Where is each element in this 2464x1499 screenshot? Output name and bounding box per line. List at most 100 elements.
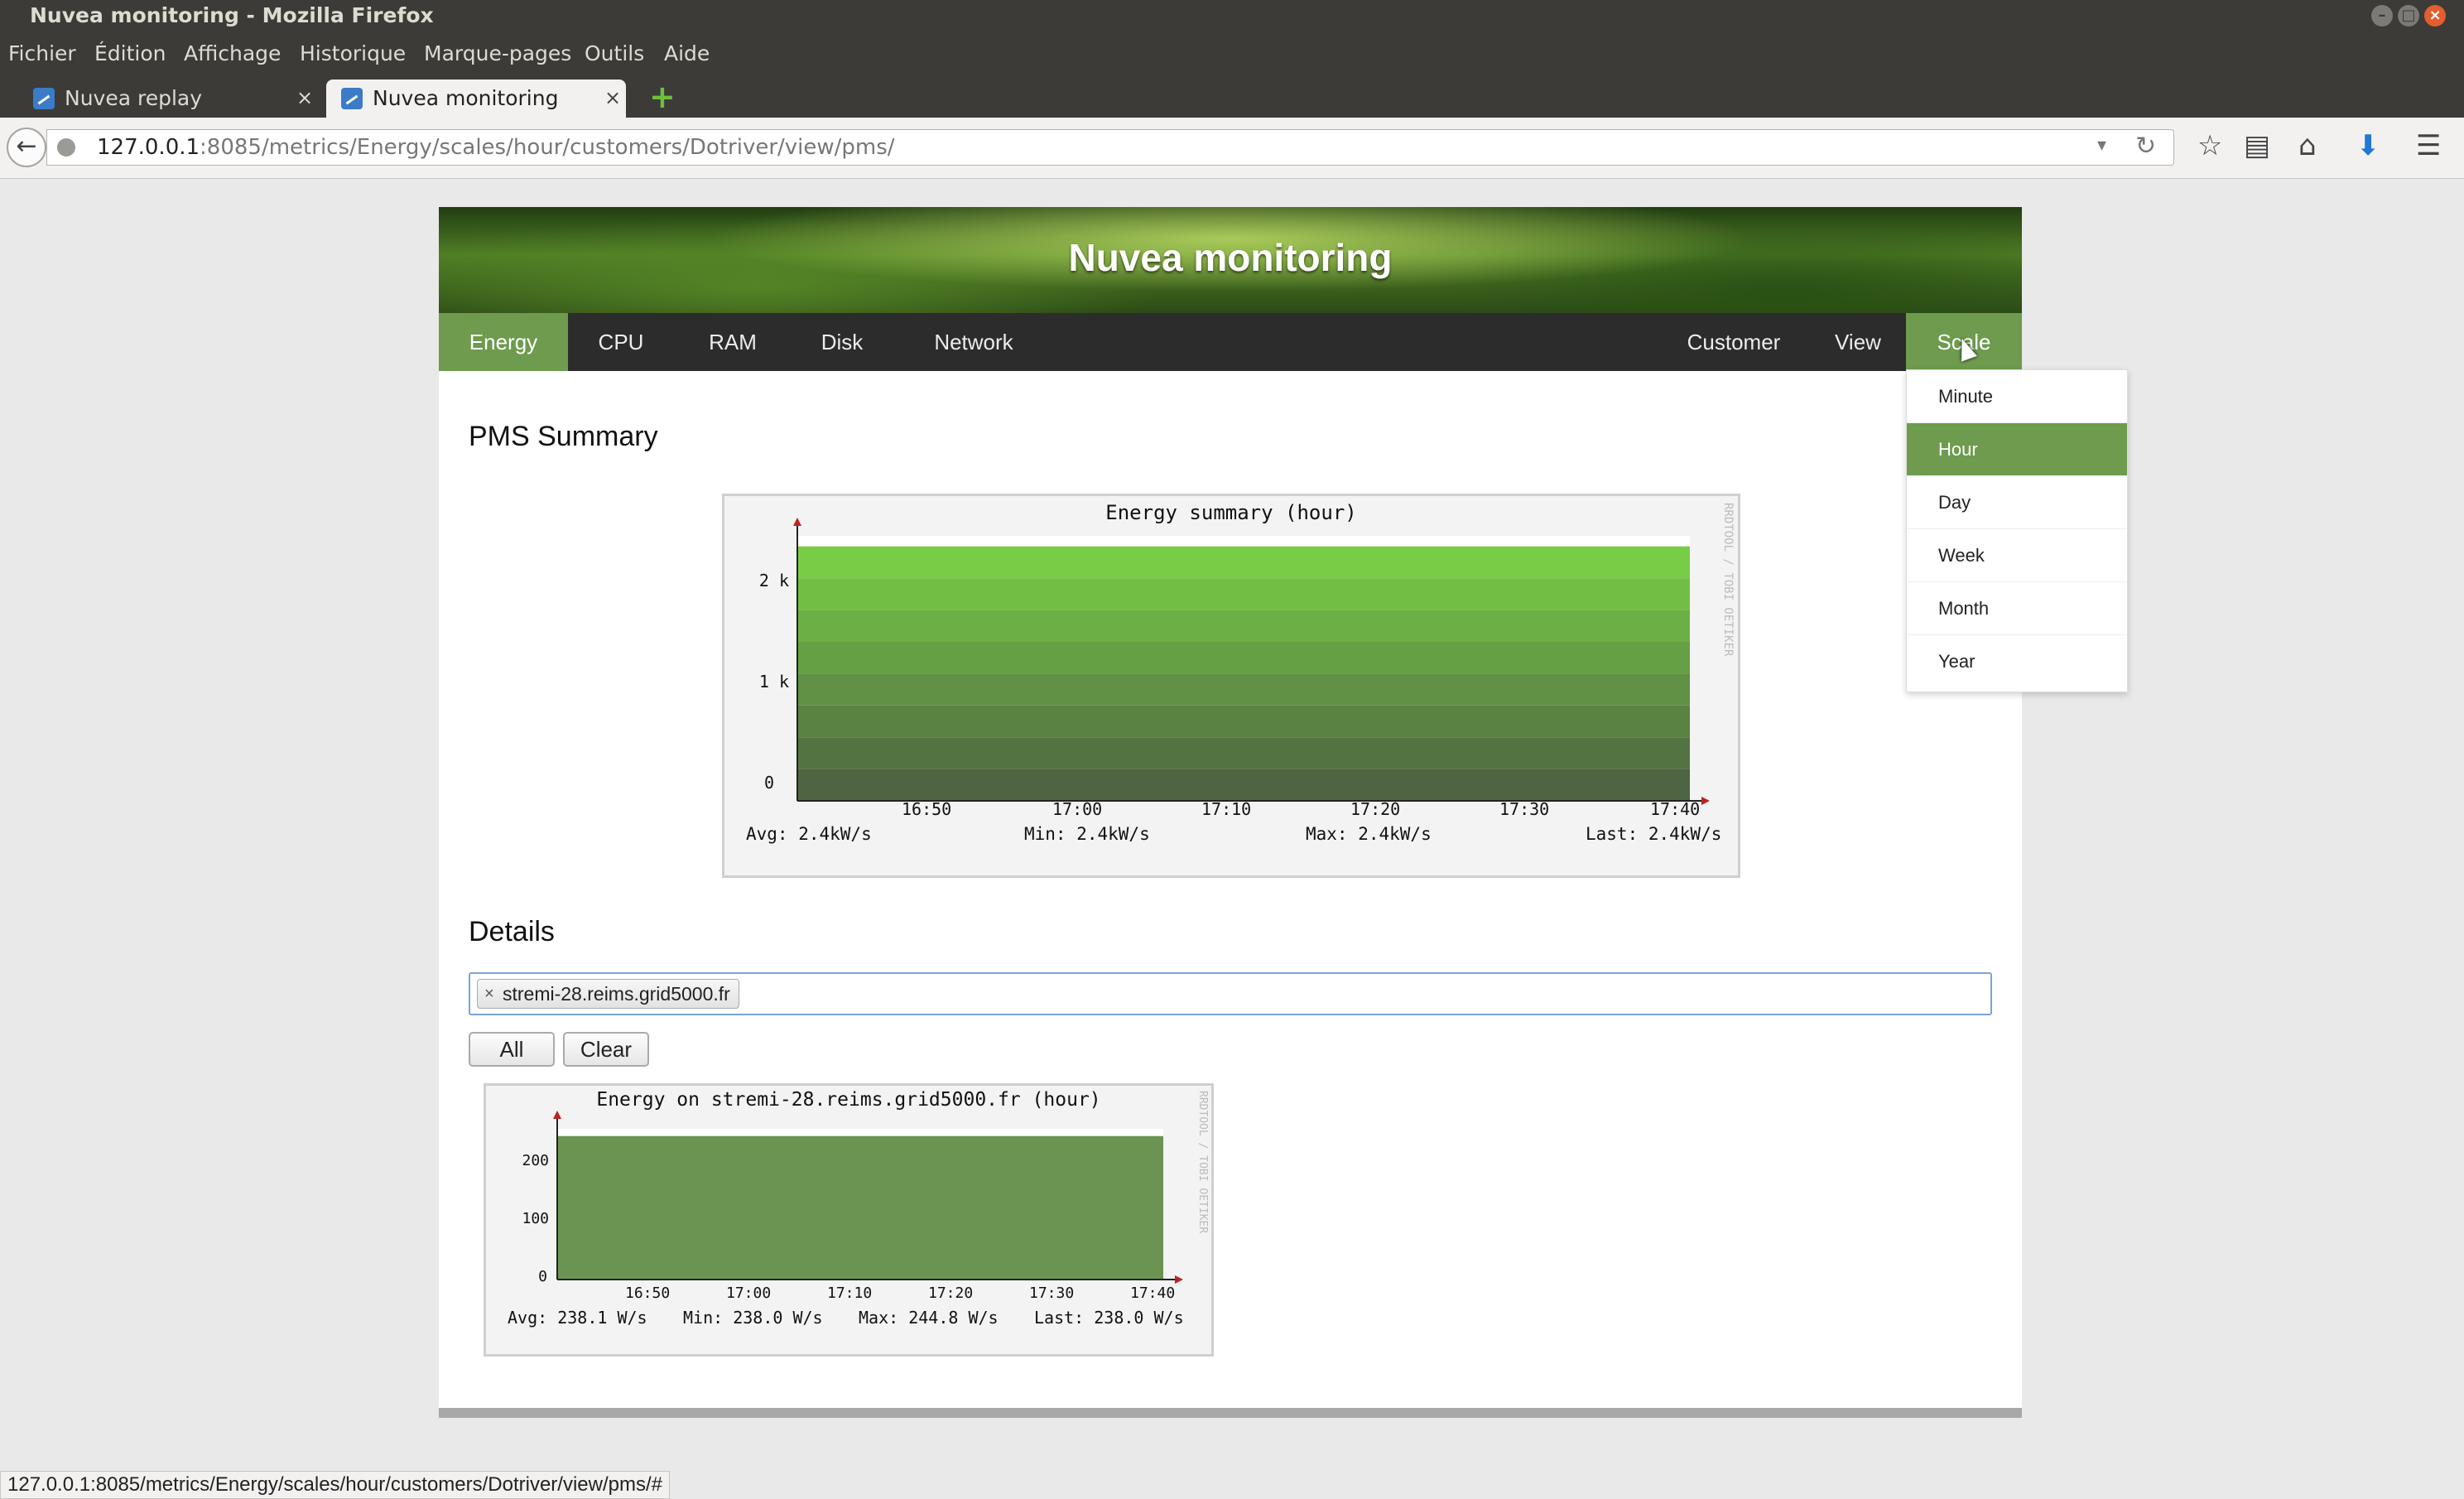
minimize-icon[interactable]: – <box>2371 5 2393 27</box>
address-url: 127.0.0.1:8085/metrics/Energy/scales/hou… <box>97 135 895 160</box>
site-banner: Nuvea monitoring <box>439 207 2022 313</box>
y-tick-label: 0 <box>763 773 774 793</box>
site-identity-icon[interactable] <box>57 138 75 157</box>
menu-edition[interactable]: Édition <box>94 41 166 65</box>
scale-option-minute[interactable]: Minute <box>1907 370 2127 423</box>
pms-summary-heading: PMS Summary <box>469 421 658 452</box>
x-tick-label: 17:10 <box>827 1285 873 1302</box>
legend-min: Min: 2.4kW/s <box>1024 824 1150 844</box>
scale-option-month[interactable]: Month <box>1907 582 2127 635</box>
scale-option-hour[interactable]: Hour <box>1907 423 2127 476</box>
nav-energy[interactable]: Energy <box>439 313 568 371</box>
status-bar: 127.0.0.1:8085/metrics/Energy/scales/hou… <box>0 1471 671 1499</box>
area-layer <box>797 737 1690 769</box>
menu-historique[interactable]: Historique <box>300 41 406 65</box>
legend-avg: Avg: 238.1 W/s <box>508 1308 647 1328</box>
legend-max: Max: 244.8 W/s <box>859 1308 999 1328</box>
new-tab-plus-icon[interactable]: + <box>649 81 676 113</box>
x-tick-label: 16:50 <box>902 799 952 819</box>
reload-icon[interactable]: ↻ <box>2135 132 2156 161</box>
tab-nuvea-replay[interactable]: Nuvea replay × <box>33 80 315 118</box>
area-layer <box>797 673 1690 706</box>
area-layer <box>797 705 1690 738</box>
legend-min: Min: 238.0 W/s <box>683 1308 823 1328</box>
menu-outils[interactable]: Outils <box>585 41 644 65</box>
x-axis-arrow <box>1701 797 1710 805</box>
energy-host-graph: Energy on stremi-28.reims.grid5000.fr (h… <box>484 1083 1214 1357</box>
download-arrow-icon[interactable]: ⬇ <box>2356 129 2380 162</box>
legend-last: Last: 238.0 W/s <box>1034 1308 1184 1328</box>
area-layer <box>797 642 1690 674</box>
menu-aide[interactable]: Aide <box>664 41 710 65</box>
page-bottom-bar <box>439 1408 2022 1418</box>
chart-favicon-icon <box>341 88 363 109</box>
window-titlebar: Nuvea monitoring - Mozilla Firefox – □ × <box>0 0 2464 33</box>
all-button[interactable]: All <box>469 1032 555 1067</box>
host-tag: × stremi-28.reims.grid5000.fr <box>477 979 739 1009</box>
scale-option-week[interactable]: Week <box>1907 529 2127 582</box>
y-tick-label: 100 <box>522 1210 549 1227</box>
x-tick-label: 17:30 <box>1499 799 1550 819</box>
legend-avg: Avg: 2.4kW/s <box>746 824 872 844</box>
area-layer <box>797 769 1690 801</box>
reading-list-icon[interactable]: ▤ <box>2244 129 2270 162</box>
y-tick-label: 200 <box>522 1152 549 1169</box>
y-tick-label: 0 <box>538 1268 547 1285</box>
close-tab-icon[interactable]: × <box>604 86 621 109</box>
hamburger-menu-icon[interactable]: ☰ <box>2416 129 2441 162</box>
x-tick-label: 17:40 <box>1650 799 1701 819</box>
menu-marque-pages[interactable]: Marque-pages <box>424 41 571 65</box>
energy-summary-graph: Energy summary (hour) RRDTOOL / TOBI OET… <box>722 494 1740 878</box>
x-tick-label: 16:50 <box>625 1285 671 1302</box>
tab-label: Nuvea replay <box>65 86 203 110</box>
close-tab-icon[interactable]: × <box>296 86 313 109</box>
area-layer <box>797 578 1690 610</box>
area-layer <box>797 546 1690 579</box>
nav-disk[interactable]: Disk <box>796 313 888 371</box>
y-axis-arrow <box>553 1111 561 1119</box>
area-series <box>557 1135 1163 1280</box>
x-tick-label: 17:00 <box>1052 799 1103 819</box>
home-icon[interactable]: ⌂ <box>2298 129 2317 162</box>
scale-dropdown-menu: Minute Hour Day Week Month Year <box>1906 369 2128 692</box>
close-window-icon[interactable]: × <box>2424 5 2446 27</box>
y-tick-label: 1 k <box>758 672 789 692</box>
clear-button[interactable]: Clear <box>563 1032 649 1067</box>
back-arrow-icon[interactable]: ← <box>7 128 46 167</box>
tab-nuvea-monitoring[interactable]: Nuvea monitoring × <box>326 80 626 118</box>
nav-cpu[interactable]: CPU <box>580 313 662 371</box>
site-title: Nuvea monitoring <box>1068 236 1393 279</box>
nav-view[interactable]: View <box>1817 313 1899 371</box>
y-axis-arrow <box>793 518 801 526</box>
menu-fichier[interactable]: Fichier <box>8 41 76 65</box>
nav-customer[interactable]: Customer <box>1668 313 1800 371</box>
legend-last: Last: 2.4kW/s <box>1586 824 1722 844</box>
site-nav: Energy CPU RAM Disk Network Customer Vie… <box>439 313 2022 371</box>
menu-bar: Fichier Édition Affichage Historique Mar… <box>0 33 2464 78</box>
nav-ram[interactable]: RAM <box>687 313 778 371</box>
window-title: Nuvea monitoring - Mozilla Firefox <box>30 3 434 27</box>
navigation-toolbar: 127.0.0.1:8085/metrics/Energy/scales/hou… <box>0 118 2464 179</box>
x-tick-label: 17:10 <box>1201 799 1252 819</box>
url-history-dropdown-icon[interactable]: ▾ <box>2097 135 2106 156</box>
remove-tag-icon[interactable]: × <box>484 980 494 1008</box>
scale-option-day[interactable]: Day <box>1907 476 2127 529</box>
menu-affichage[interactable]: Affichage <box>184 41 281 65</box>
x-tick-label: 17:00 <box>726 1285 772 1302</box>
tab-strip: Nuvea replay × Nuvea monitoring × <box>0 78 2464 118</box>
page-content: Nuvea monitoring Energy CPU RAM Disk Net… <box>439 207 2022 1418</box>
area-layer <box>797 610 1690 642</box>
scale-option-year[interactable]: Year <box>1907 635 2127 688</box>
tab-label: Nuvea monitoring <box>373 86 559 110</box>
nav-network[interactable]: Network <box>907 313 1040 371</box>
x-tick-label: 17:20 <box>928 1285 974 1302</box>
address-bar[interactable]: 127.0.0.1:8085/metrics/Energy/scales/hou… <box>46 129 2174 166</box>
bookmark-star-icon[interactable]: ☆ <box>2197 129 2222 162</box>
x-tick-label: 17:40 <box>1130 1285 1176 1302</box>
y-tick-label: 2 k <box>758 571 789 590</box>
chart-favicon-icon <box>33 88 55 109</box>
x-axis-arrow <box>1175 1275 1183 1284</box>
host-tag-label: stremi-28.reims.grid5000.fr <box>503 983 730 1005</box>
host-filter-input[interactable]: × stremi-28.reims.grid5000.fr <box>469 972 1992 1015</box>
maximize-icon[interactable]: □ <box>2398 5 2419 27</box>
